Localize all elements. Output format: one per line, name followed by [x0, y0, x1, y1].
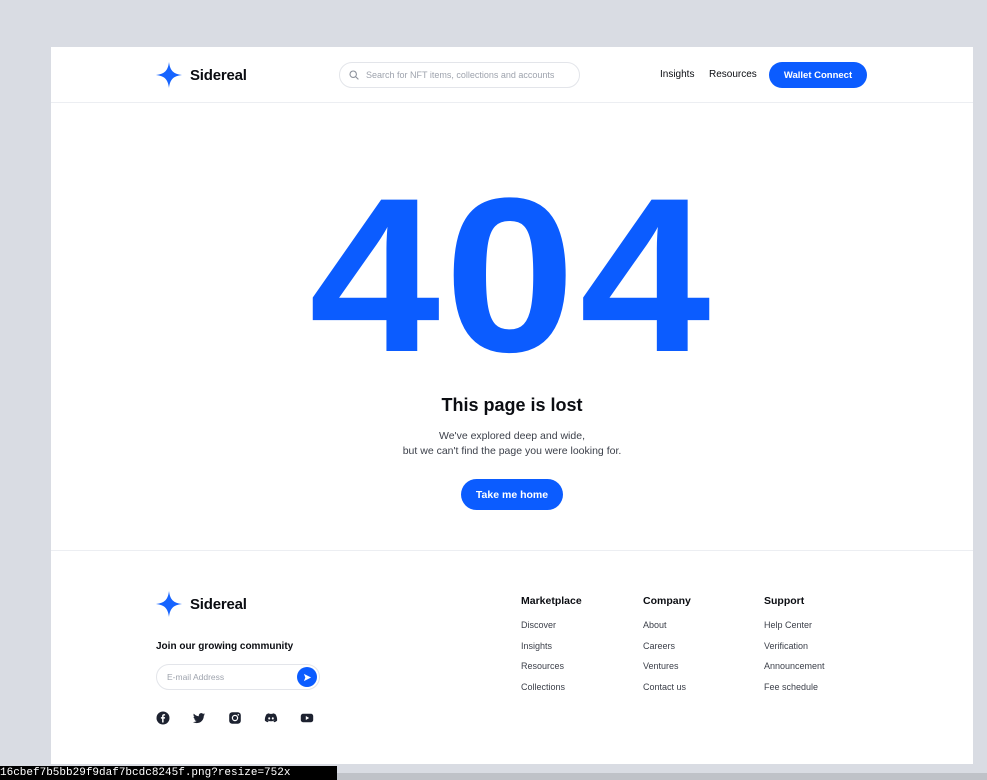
- footer-link-resources[interactable]: Resources: [521, 661, 582, 672]
- footer-column-title: Marketplace: [521, 595, 582, 607]
- error-code: 404: [309, 152, 715, 398]
- footer-link-careers[interactable]: Careers: [643, 641, 691, 652]
- search-icon: [349, 70, 359, 80]
- footer-column-marketplace: Marketplace Discover Insights Resources …: [521, 595, 582, 702]
- take-me-home-button[interactable]: Take me home: [461, 479, 563, 510]
- error-message-line: We've explored deep and wide,: [439, 430, 585, 442]
- star-logo-icon: [156, 591, 182, 617]
- discord-icon[interactable]: [264, 711, 278, 725]
- error-title: This page is lost: [441, 395, 583, 415]
- email-field[interactable]: [167, 672, 287, 682]
- error-message: We've explored deep and wide, but we can…: [51, 429, 973, 459]
- footer-link-verification[interactable]: Verification: [764, 641, 825, 652]
- horizontal-scrollbar[interactable]: [337, 773, 987, 780]
- footer-link-insights[interactable]: Insights: [521, 641, 582, 652]
- header: Sidereal Insights Resources Wallet Conne…: [51, 47, 973, 103]
- footer-link-help-center[interactable]: Help Center: [764, 620, 825, 631]
- nav-insights[interactable]: Insights: [660, 69, 694, 80]
- footer-link-about[interactable]: About: [643, 620, 691, 631]
- brand-name: Sidereal: [190, 595, 247, 613]
- youtube-icon[interactable]: [300, 711, 314, 725]
- brand-name: Sidereal: [190, 66, 247, 84]
- instagram-icon[interactable]: [228, 711, 242, 725]
- search-bar[interactable]: [339, 62, 580, 88]
- footer-column-support: Support Help Center Verification Announc…: [764, 595, 825, 702]
- footer-column-company: Company About Careers Ventures Contact u…: [643, 595, 691, 702]
- footer-link-announcement[interactable]: Announcement: [764, 661, 825, 672]
- social-links: [156, 711, 314, 725]
- twitter-icon[interactable]: [192, 711, 206, 725]
- page: Sidereal Insights Resources Wallet Conne…: [51, 47, 973, 764]
- error-message-line: but we can't find the page you were look…: [402, 445, 622, 457]
- footer-link-discover[interactable]: Discover: [521, 620, 582, 631]
- newsletter-form: [156, 664, 320, 690]
- brand-logo[interactable]: Sidereal: [156, 62, 247, 88]
- community-heading: Join our growing community: [156, 641, 294, 652]
- facebook-icon[interactable]: [156, 711, 170, 725]
- wallet-connect-button[interactable]: Wallet Connect: [769, 62, 867, 88]
- footer-brand-logo[interactable]: Sidereal: [156, 591, 247, 617]
- search-input[interactable]: [366, 70, 566, 80]
- footer-column-title: Company: [643, 595, 691, 607]
- footer-link-collections[interactable]: Collections: [521, 682, 582, 693]
- send-arrow-icon: [303, 673, 311, 681]
- footer: Sidereal Join our growing community Mark…: [51, 550, 973, 764]
- nav-resources[interactable]: Resources: [709, 69, 757, 80]
- footer-column-title: Support: [764, 595, 805, 607]
- image-filename-label: 16cbef7b5bb29f9daf7bcdc8245f.png?resize=…: [0, 766, 337, 780]
- footer-link-fee-schedule[interactable]: Fee schedule: [764, 682, 825, 693]
- subscribe-button[interactable]: [297, 667, 317, 687]
- footer-link-ventures[interactable]: Ventures: [643, 661, 691, 672]
- footer-link-contact-us[interactable]: Contact us: [643, 682, 691, 693]
- star-logo-icon: [156, 62, 182, 88]
